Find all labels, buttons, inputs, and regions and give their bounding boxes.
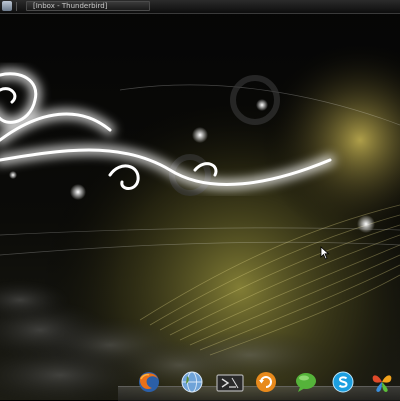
desktop-wallpaper <box>0 0 400 400</box>
panel-separator <box>16 2 17 11</box>
window-button-title: [Inbox - Thunderbird] <box>33 2 108 10</box>
taskbar-window-button-thunderbird[interactable]: [Inbox - Thunderbird] <box>26 1 150 11</box>
dock-skype-icon[interactable] <box>331 370 355 394</box>
mouse-pointer-icon <box>320 246 330 260</box>
dock-firefox-icon[interactable] <box>137 370 161 394</box>
dock-butterfly-icon[interactable] <box>370 370 394 394</box>
app-menu-icon[interactable] <box>2 1 12 11</box>
top-panel: [Inbox - Thunderbird] <box>0 0 400 14</box>
dock-globe-icon[interactable] <box>180 370 204 394</box>
dock-refresh-icon[interactable] <box>254 370 278 394</box>
dock-terminal-icon[interactable] <box>216 370 244 394</box>
dock-chat-bubble-icon[interactable] <box>294 370 318 394</box>
